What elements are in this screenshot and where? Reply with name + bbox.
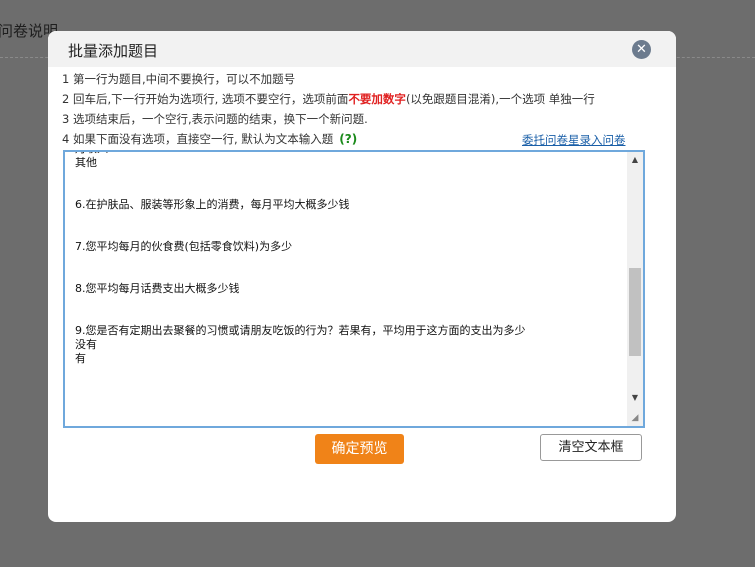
help-icon[interactable]: (?): [339, 132, 357, 146]
scroll-thumb[interactable]: [629, 268, 641, 356]
scroll-up-icon[interactable]: ▲: [627, 152, 643, 168]
close-icon[interactable]: ✕: [632, 40, 651, 59]
editor-scrollbar[interactable]: ▲ ▼: [627, 152, 643, 426]
instruction-line-2: 2 回车后,下一行开始为选项行, 选项不要空行，选项前面不要加数字(以免跟题目混…: [62, 91, 595, 107]
delegate-entry-link[interactable]: 委托问卷星录入问卷: [522, 132, 626, 148]
instruction-warning: 不要加数字: [348, 92, 406, 106]
instruction-line-3: 3 选项结束后，一个空行,表示问题的结束，换下一个新问题.: [62, 112, 368, 126]
instruction-line-2-pre: 2 回车后,下一行开始为选项行, 选项不要空行，选项前面: [62, 92, 349, 106]
resize-grip-icon[interactable]: ◢: [627, 410, 643, 426]
instruction-line-1: 1 第一行为题目,中间不要换行，可以不加题号: [62, 72, 296, 86]
instruction-line-2-post: (以免跟题目混淆),一个选项 单独一行: [405, 92, 595, 106]
instruction-line-4: 4 如果下面没有选项，直接空一行, 默认为文本输入题 (?): [62, 131, 357, 147]
dialog-title: 批量添加题目: [68, 42, 159, 60]
batch-add-dialog: 批量添加题目 ✕ 1 第一行为题目,中间不要换行，可以不加题号 2 回车后,下一…: [48, 31, 676, 522]
dialog-header: 批量添加题目 ✕: [48, 31, 676, 67]
clear-textbox-button[interactable]: 清空文本框: [540, 434, 642, 461]
instruction-line-4-text: 4 如果下面没有选项，直接空一行, 默认为文本输入题: [62, 132, 334, 146]
preview-button[interactable]: 确定预览: [315, 434, 404, 464]
editor-content[interactable]: 月收入 其他 6.在护肤品、服装等形象上的消费，每月平均大概多少钱 7.您平均每…: [75, 152, 615, 366]
scroll-down-icon[interactable]: ▼: [627, 390, 643, 406]
batch-text-editor[interactable]: 月收入 其他 6.在护肤品、服装等形象上的消费，每月平均大概多少钱 7.您平均每…: [63, 150, 645, 428]
